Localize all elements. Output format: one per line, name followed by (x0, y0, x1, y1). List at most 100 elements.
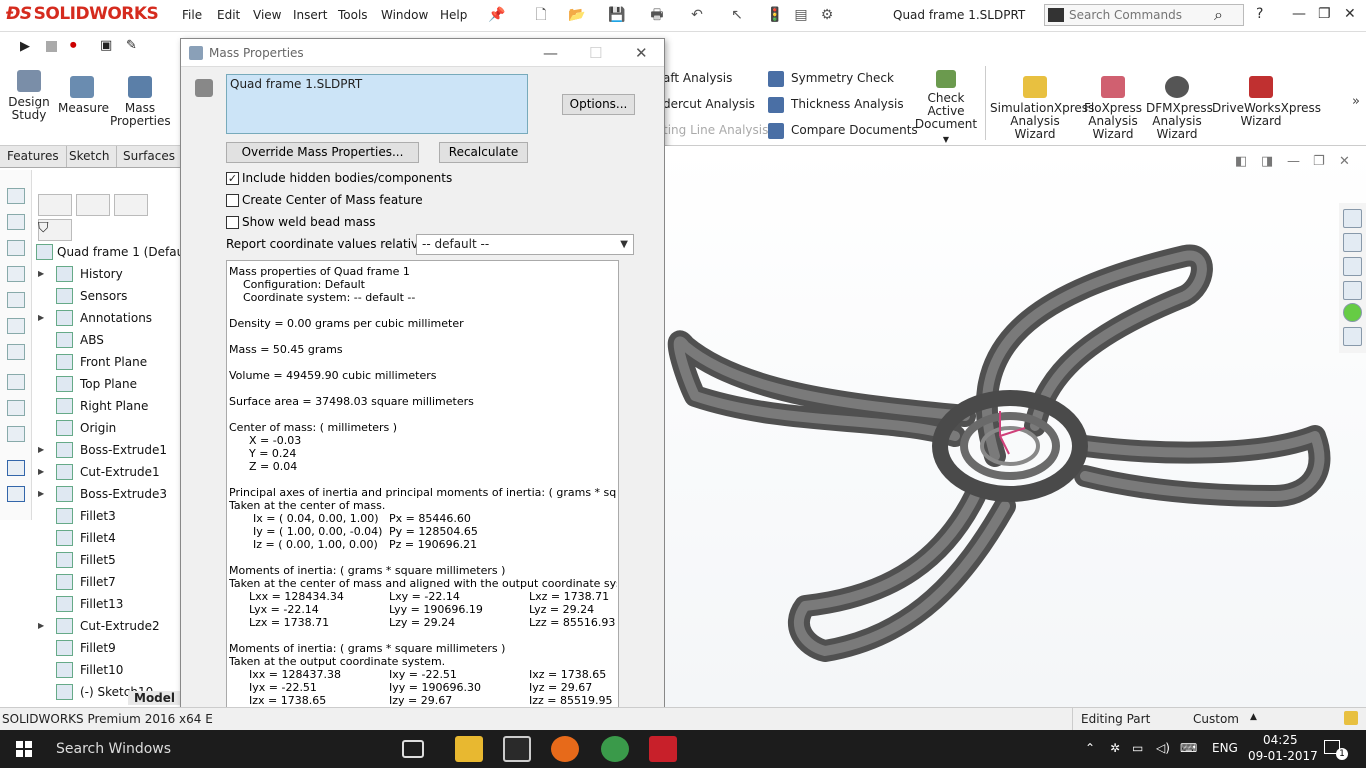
expand-arrow-icon[interactable]: ▶ (38, 483, 44, 505)
tree-item[interactable]: Fillet10 (32, 659, 180, 681)
configuration-manager-tab-icon[interactable] (114, 194, 148, 216)
quad-frame-model[interactable] (665, 176, 1345, 676)
close-icon[interactable]: ✕ (1344, 6, 1356, 22)
custom-properties-icon[interactable] (1343, 327, 1362, 346)
tree-item[interactable]: Fillet3 (32, 505, 180, 527)
compare-documents-button[interactable]: Compare Documents (768, 119, 918, 141)
chrome-icon[interactable] (601, 736, 629, 762)
menu-edit[interactable]: Edit (217, 8, 240, 22)
pattern-tool-icon[interactable] (7, 344, 25, 360)
instant3d-icon[interactable] (7, 486, 25, 502)
tree-item[interactable]: ▶ Annotations (32, 307, 180, 329)
curves-icon[interactable] (7, 460, 25, 476)
more-commands-icon[interactable]: » (1352, 94, 1360, 109)
restore-icon[interactable]: ❐ (1318, 6, 1331, 22)
graphics-area[interactable]: ◧ ◨ — ❐ ✕ (665, 146, 1366, 707)
viewport-minimize-icon[interactable]: — (1287, 154, 1300, 169)
property-manager-tab-icon[interactable] (76, 194, 110, 216)
tree-item[interactable]: Fillet9 (32, 637, 180, 659)
tree-item[interactable]: ▶ Boss-Extrude3 (32, 483, 180, 505)
expand-arrow-icon[interactable]: ▶ (38, 615, 44, 637)
windows-start-icon[interactable] (16, 741, 33, 758)
print-icon[interactable]: 🖶 (646, 5, 668, 25)
tree-item[interactable]: Fillet5 (32, 549, 180, 571)
home-icon[interactable] (1343, 209, 1362, 228)
tree-item[interactable]: Right Plane (32, 395, 180, 417)
viewport-tile-left-icon[interactable]: ◧ (1235, 154, 1247, 169)
tree-item[interactable]: Top Plane (32, 373, 180, 395)
design-study-button[interactable]: Design Study (4, 70, 54, 122)
tree-root[interactable]: Quad frame 1 (Default< (32, 241, 180, 263)
tree-item[interactable]: ▶ Cut-Extrude1 (32, 461, 180, 483)
tree-item[interactable]: Fillet4 (32, 527, 180, 549)
tree-item[interactable]: Sensors (32, 285, 180, 307)
coordinate-system-select[interactable]: -- default -- ▼ (416, 234, 634, 255)
keyboard-icon[interactable]: ⌨ (1180, 741, 1197, 755)
open-icon[interactable]: 📂 (566, 5, 588, 25)
sweep-tool-icon[interactable] (7, 240, 25, 256)
measure-button[interactable]: Measure (58, 76, 109, 115)
dialog-minimize-icon[interactable]: — (543, 44, 558, 62)
tab-surfaces[interactable]: Surfaces (116, 146, 183, 167)
design-library-icon[interactable] (1343, 233, 1362, 252)
file-properties-icon[interactable]: ▤ (790, 5, 812, 25)
chevron-up-icon[interactable]: ▲ (1250, 712, 1257, 722)
rebuild-icon[interactable]: 🚦 (764, 5, 786, 25)
dialog-close-icon[interactable]: ✕ (635, 44, 648, 62)
menu-help[interactable]: Help (440, 8, 467, 22)
tree-item[interactable]: Front Plane (32, 351, 180, 373)
expand-arrow-icon[interactable]: ▶ (38, 307, 44, 329)
save-icon[interactable]: 💾 (606, 5, 628, 25)
undo-icon[interactable]: ↶ (686, 5, 708, 25)
solidworks-taskbar-icon[interactable] (649, 736, 677, 762)
expand-arrow-icon[interactable]: ▶ (38, 263, 44, 285)
reference-geometry-icon[interactable] (7, 426, 25, 442)
solidworks-logo[interactable]: ƉS SOLIDWORKS (6, 4, 159, 24)
options-button[interactable]: Options... (562, 94, 635, 115)
model-tab[interactable]: Model (128, 691, 182, 705)
select-arrow-icon[interactable]: ↖ (726, 5, 748, 25)
menu-insert[interactable]: Insert (293, 8, 327, 22)
tag-icon[interactable] (1344, 711, 1358, 725)
minimize-icon[interactable]: — (1292, 6, 1306, 22)
file-explorer-icon[interactable] (1343, 257, 1362, 276)
taskbar-search[interactable]: Search Windows (56, 741, 171, 757)
draft-analysis-button[interactable]: aft Analysis (663, 67, 732, 89)
rib-tool-icon[interactable] (7, 374, 25, 390)
run-macro-icon[interactable]: ▶ (20, 39, 30, 54)
tab-features[interactable]: Features (0, 146, 67, 167)
floxpress-button[interactable]: FloXpress Analysis Wizard (1084, 76, 1142, 141)
filter-icon[interactable]: ⛉ (38, 220, 49, 236)
driveworksxpress-button[interactable]: DriveWorksXpress Wizard (1212, 76, 1321, 128)
expand-arrow-icon[interactable]: ▶ (38, 461, 44, 483)
extrude-tool-icon[interactable] (7, 188, 25, 204)
boundary-tool-icon[interactable] (7, 292, 25, 308)
stop-macro-icon[interactable] (46, 41, 57, 52)
clock-date[interactable]: 09-01-2017 (1248, 749, 1318, 763)
revolve-tool-icon[interactable] (7, 214, 25, 230)
tree-item[interactable]: ▶ Boss-Extrude1 (32, 439, 180, 461)
tree-item[interactable]: ▶ History (32, 263, 180, 285)
new-document-icon[interactable]: 🗋 (530, 5, 552, 25)
task-view-icon[interactable] (402, 740, 424, 758)
tree-item[interactable]: Fillet7 (32, 571, 180, 593)
viewport-tile-right-icon[interactable]: ◨ (1261, 154, 1273, 169)
battery-icon[interactable]: ▭ (1132, 741, 1143, 755)
search-input[interactable] (1069, 7, 1219, 23)
pin-icon[interactable]: 📌 (486, 5, 508, 25)
simulationxpress-button[interactable]: SimulationXpress Analysis Wizard (990, 76, 1094, 141)
menu-file[interactable]: File (182, 8, 202, 22)
record-macro-icon[interactable]: ⏺ (70, 38, 77, 53)
options-gear-icon[interactable]: ⚙ (816, 5, 838, 25)
clock-time[interactable]: 04:25 (1263, 733, 1298, 747)
menu-tools[interactable]: Tools (338, 8, 368, 22)
tree-item[interactable]: Fillet13 (32, 593, 180, 615)
expand-arrow-icon[interactable]: ▶ (38, 439, 44, 461)
check-active-document-button[interactable]: Check Active Document ▼ (910, 70, 982, 146)
show-hidden-icons-icon[interactable]: ⌃ (1085, 741, 1095, 755)
mass-properties-button[interactable]: Mass Properties (110, 76, 171, 128)
volume-icon[interactable]: ◁) (1156, 741, 1170, 755)
edit-macro-icon[interactable]: ✎ (126, 38, 137, 53)
language-indicator[interactable]: ENG (1212, 741, 1238, 755)
network-icon[interactable]: ✲ (1110, 741, 1120, 755)
